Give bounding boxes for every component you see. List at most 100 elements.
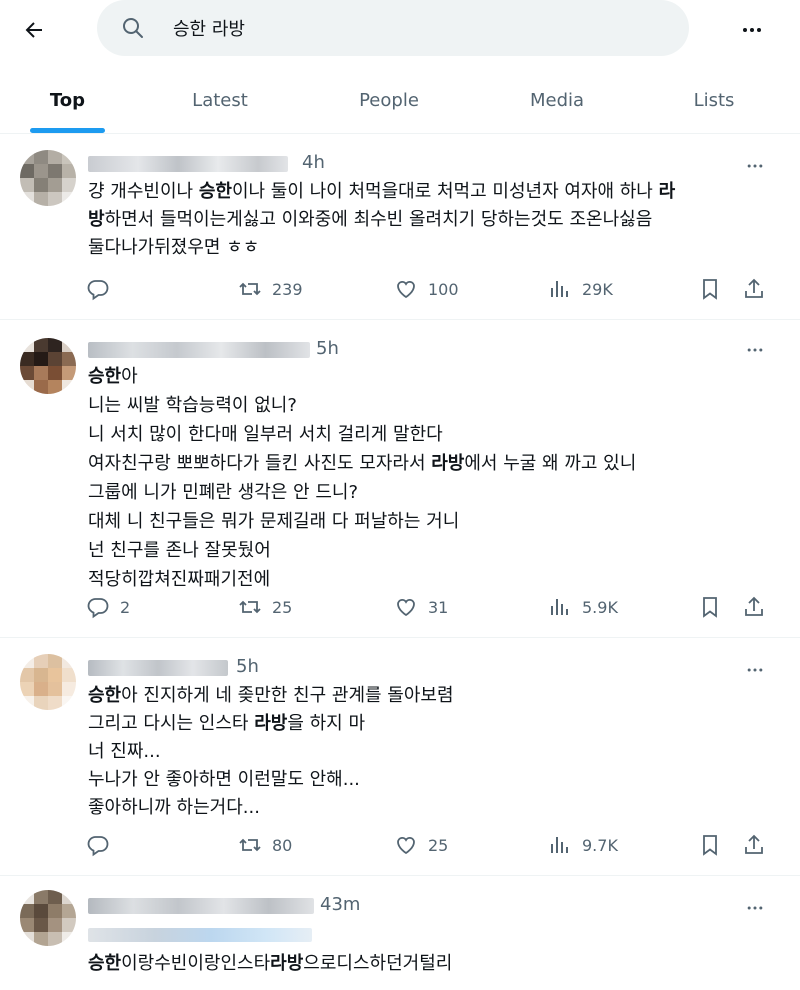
tweet-time[interactable]: 4h <box>302 152 325 173</box>
user-name-blurred[interactable] <box>88 156 288 172</box>
avatar[interactable] <box>20 150 76 206</box>
back-arrow-icon <box>25 22 42 38</box>
more-icon <box>747 164 763 168</box>
tweet[interactable]: 5h 승한아 진지하게 네 좆만한 친구 관계를 돌아보렴 그리고 다시는 인스… <box>0 638 800 876</box>
reply-button[interactable] <box>86 830 120 860</box>
share-button[interactable] <box>742 830 766 860</box>
bookmark-icon <box>703 279 717 300</box>
user-name-blurred[interactable] <box>88 898 314 914</box>
tweet-text-segment: 이나 둘이 나이 처먹을대로 처먹고 미성년자 여자애 하나 <box>231 181 659 202</box>
tweet-more-button[interactable] <box>738 658 772 682</box>
tweet-more-button[interactable] <box>738 338 772 362</box>
retweet-button[interactable]: 239 <box>238 274 303 304</box>
search-match-highlight: 라방 <box>270 953 304 974</box>
like-button[interactable]: 31 <box>394 592 448 622</box>
tab-top[interactable]: Top <box>30 66 105 134</box>
search-icon <box>123 18 143 38</box>
tab-media[interactable]: Media <box>515 66 599 134</box>
like-icon <box>397 836 415 855</box>
reply-button[interactable] <box>86 274 120 304</box>
views-button[interactable]: 5.9K <box>548 592 618 622</box>
reply-button[interactable]: 2 <box>86 592 130 622</box>
retweet-button[interactable]: 80 <box>238 830 292 860</box>
tweet[interactable]: 5h 승한아 니는 씨발 학습능력이 없니? 니 서치 많이 한다매 일부러 서… <box>0 320 800 638</box>
views-button[interactable]: 29K <box>548 274 613 304</box>
tweet-text-segment: 으로디스하던거털리 <box>303 953 453 974</box>
bookmark-button[interactable] <box>698 274 722 304</box>
share-button[interactable] <box>742 274 766 304</box>
search-match-highlight: 라방 <box>431 453 465 474</box>
views-icon <box>551 837 568 853</box>
retweet-icon <box>239 600 261 614</box>
like-count: 100 <box>428 279 459 299</box>
more-icon <box>747 668 763 672</box>
more-options-button[interactable] <box>734 14 770 46</box>
avatar[interactable] <box>20 338 76 394</box>
top-bar <box>0 0 800 60</box>
search-tabs: Top Latest People Media Lists <box>0 66 800 134</box>
avatar[interactable] <box>20 654 76 710</box>
bookmark-icon <box>703 597 717 618</box>
reply-count: 2 <box>120 597 131 617</box>
bookmark-button[interactable] <box>698 592 722 622</box>
tweet-time[interactable]: 43m <box>320 894 360 915</box>
share-button[interactable] <box>742 592 766 622</box>
like-button[interactable]: 100 <box>394 274 459 304</box>
user-name-blurred[interactable] <box>88 660 228 676</box>
share-icon <box>745 596 763 616</box>
tweet[interactable]: 43m 승한이랑수빈이랑인스타라방으로디스하던거털리 <box>0 876 800 990</box>
bookmark-button[interactable] <box>698 830 722 860</box>
tweet-text: 승한아 진지하게 네 좆만한 친구 관계를 돌아보렴 그리고 다시는 인스타 라… <box>88 682 778 822</box>
like-button[interactable]: 25 <box>394 830 448 860</box>
tab-people[interactable]: People <box>345 66 433 134</box>
tweet-time[interactable]: 5h <box>236 656 259 677</box>
tweet-text: 승한이랑수빈이랑인스타라방으로디스하던거털리 <box>88 950 778 978</box>
user-name-blurred[interactable] <box>88 342 310 358</box>
tweet-text: 걍 개수빈이나 승한이나 둘이 나이 처먹을대로 처먹고 미성년자 여자애 하나… <box>88 178 778 262</box>
retweet-button[interactable]: 25 <box>238 592 292 622</box>
search-input[interactable] <box>173 10 653 46</box>
tweet[interactable]: 4h 걍 개수빈이나 승한이나 둘이 나이 처먹을대로 처먹고 미성년자 여자애… <box>0 134 800 320</box>
tweet-more-button[interactable] <box>738 154 772 178</box>
tweet-text-segment: 아 니는 씨발 학습능력이 없니? 니 서치 많이 한다매 일부러 서치 걸리게… <box>88 366 443 474</box>
tab-lists[interactable]: Lists <box>680 66 748 134</box>
views-count: 9.7K <box>582 835 618 855</box>
retweet-count: 80 <box>272 835 293 855</box>
tweet-actions: 80 25 9.7K <box>86 830 776 860</box>
like-icon <box>397 598 415 617</box>
search-box[interactable] <box>97 0 689 56</box>
reply-icon <box>87 598 109 619</box>
more-icon <box>747 348 763 352</box>
avatar[interactable] <box>20 890 76 946</box>
tweet-actions: 2 25 31 5.9K <box>86 592 776 622</box>
views-icon <box>551 281 568 297</box>
views-count: 29K <box>582 279 613 299</box>
search-match-highlight: 승한 <box>88 685 122 706</box>
views-count: 5.9K <box>582 597 618 617</box>
back-button[interactable] <box>18 14 50 46</box>
reply-icon <box>87 836 109 857</box>
share-icon <box>745 278 763 298</box>
tweet-more-button[interactable] <box>738 896 772 920</box>
retweet-icon <box>239 838 261 852</box>
search-match-highlight: 승한 <box>198 181 232 202</box>
views-icon <box>551 599 568 615</box>
active-tab-indicator <box>30 128 105 133</box>
more-icon <box>743 28 761 32</box>
tweet-time[interactable]: 5h <box>316 338 339 359</box>
more-icon <box>747 906 763 910</box>
search-match-highlight: 라방 <box>254 713 288 734</box>
retweet-count: 25 <box>272 597 293 617</box>
reply-icon <box>87 280 109 301</box>
tab-latest[interactable]: Latest <box>180 66 260 134</box>
search-match-highlight: 승한 <box>88 366 122 387</box>
retweet-count: 239 <box>272 279 303 299</box>
views-button[interactable]: 9.7K <box>548 830 618 860</box>
replying-to-blurred[interactable] <box>88 928 312 942</box>
like-count: 25 <box>428 835 449 855</box>
search-match-highlight: 승한 <box>88 953 122 974</box>
share-icon <box>745 834 763 854</box>
tweet-text: 승한아 니는 씨발 학습능력이 없니? 니 서치 많이 한다매 일부러 서치 걸… <box>88 362 778 594</box>
like-icon <box>397 280 415 299</box>
bookmark-icon <box>703 835 717 856</box>
